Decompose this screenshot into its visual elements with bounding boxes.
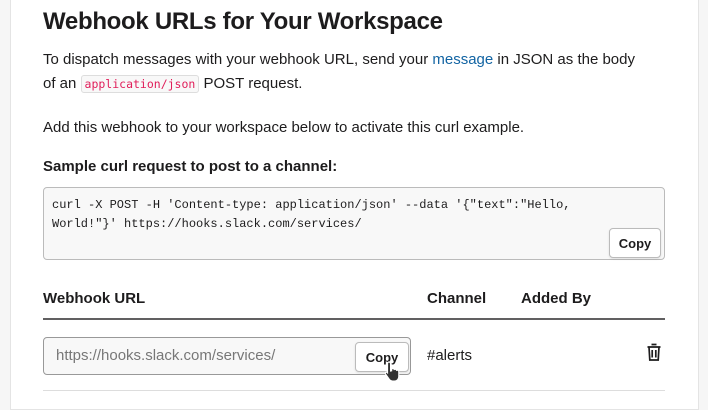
intro-text: To dispatch messages with your webhook U… — [43, 51, 635, 93]
header-webhook-url: Webhook URL — [43, 290, 146, 307]
curl-code-block: curl -X POST -H 'Content-type: applicati… — [43, 187, 665, 260]
inline-code: application/json — [80, 75, 200, 93]
sample-label: Sample curl request to post to a channel… — [43, 158, 338, 175]
header-added-by: Added By — [521, 290, 592, 307]
message-link[interactable]: message — [432, 51, 493, 68]
channel-value: #alerts — [427, 347, 473, 364]
activate-text: Add this webhook to your workspace below… — [43, 119, 525, 136]
row-divider — [43, 390, 665, 391]
page-title: Webhook URLs for Your Workspace — [43, 8, 443, 35]
hand-pointer-icon — [384, 361, 400, 382]
header-divider — [43, 318, 665, 320]
header-channel: Channel — [427, 290, 487, 307]
trash-icon[interactable] — [646, 343, 662, 362]
copy-curl-button[interactable]: Copy — [609, 228, 661, 258]
